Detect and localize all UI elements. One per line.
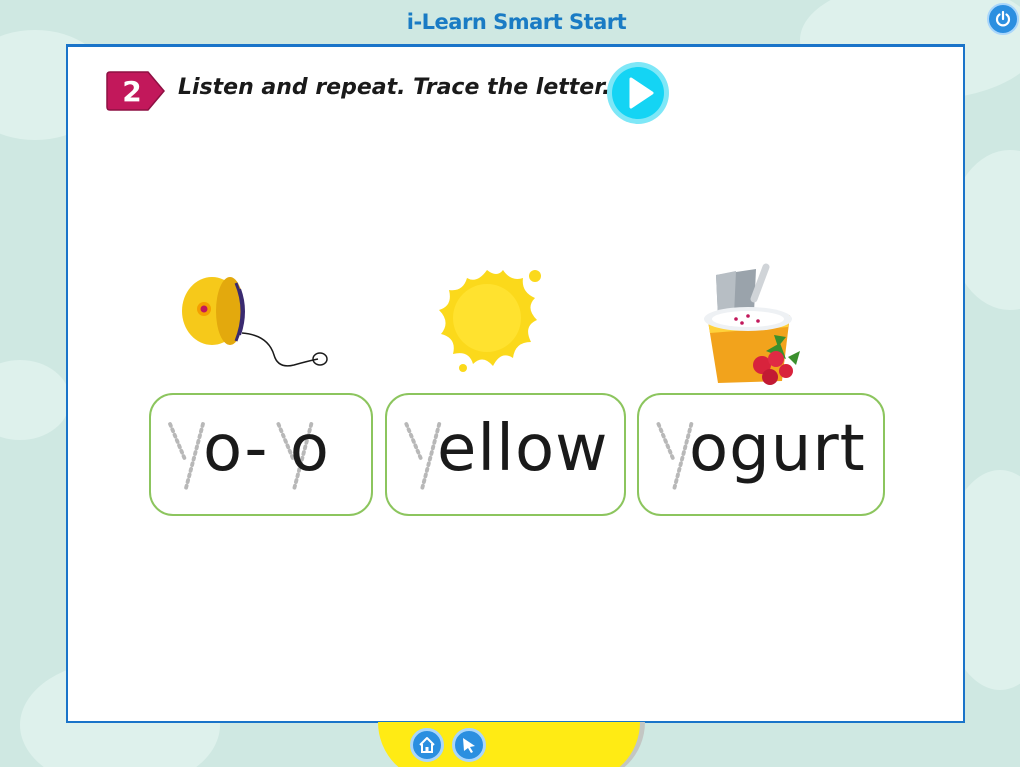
play-audio-button[interactable] xyxy=(606,61,670,125)
activity-panel: 2 Listen and repeat. Trace the letter. o… xyxy=(66,44,965,723)
yo-yo-picture xyxy=(182,277,328,367)
home-button[interactable] xyxy=(410,728,444,762)
yogurt-picture xyxy=(704,263,800,385)
step-number: 2 xyxy=(122,74,142,108)
power-icon xyxy=(995,10,1011,27)
word-card-yo-yo[interactable]: o- o xyxy=(149,393,373,516)
word-text: ogurt xyxy=(689,412,866,486)
word-text: ellow xyxy=(437,412,609,486)
sun-picture xyxy=(439,270,541,372)
word-card-yellow[interactable]: ellow xyxy=(385,393,626,516)
bottom-nav-bar xyxy=(378,722,640,767)
app-title: i-Learn Smart Start xyxy=(406,10,627,34)
power-button[interactable] xyxy=(987,3,1019,35)
cursor-button[interactable] xyxy=(452,728,486,762)
instruction-text: Listen and repeat. Trace the letter. xyxy=(178,75,611,100)
home-icon xyxy=(419,737,435,753)
step-badge: 2 xyxy=(106,70,166,112)
word-card-yogurt[interactable]: ogurt xyxy=(637,393,885,516)
word-text: o- o xyxy=(203,412,330,486)
background-cloud xyxy=(0,360,70,440)
cursor-icon xyxy=(463,738,475,753)
play-icon xyxy=(607,62,669,124)
